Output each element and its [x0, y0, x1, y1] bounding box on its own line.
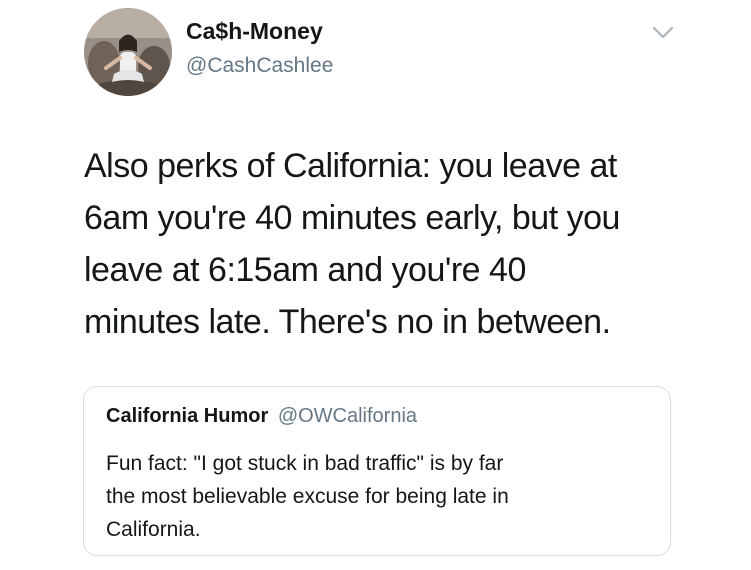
quoted-tweet[interactable]: California Humor @OWCalifornia Fun fact:…	[83, 386, 671, 556]
quoted-tweet-text: Fun fact: "I got stuck in bad traffic" i…	[106, 452, 509, 541]
quoted-tweet-header: California Humor @OWCalifornia	[106, 405, 417, 428]
avatar[interactable]	[84, 8, 172, 96]
avatar-image	[84, 8, 172, 96]
chevron-down-icon[interactable]	[650, 22, 676, 42]
author-handle[interactable]: @CashCashlee	[186, 54, 333, 78]
quoted-author-handle: @OWCalifornia	[277, 405, 418, 427]
quoted-author-name: California Humor	[106, 405, 269, 427]
tweet-text: Also perks of California: you leave at 6…	[84, 147, 620, 341]
author-name[interactable]: Ca$h-Money	[186, 18, 323, 45]
tweet-card: Ca$h-Money @CashCashlee Also perks of Ca…	[0, 0, 751, 570]
